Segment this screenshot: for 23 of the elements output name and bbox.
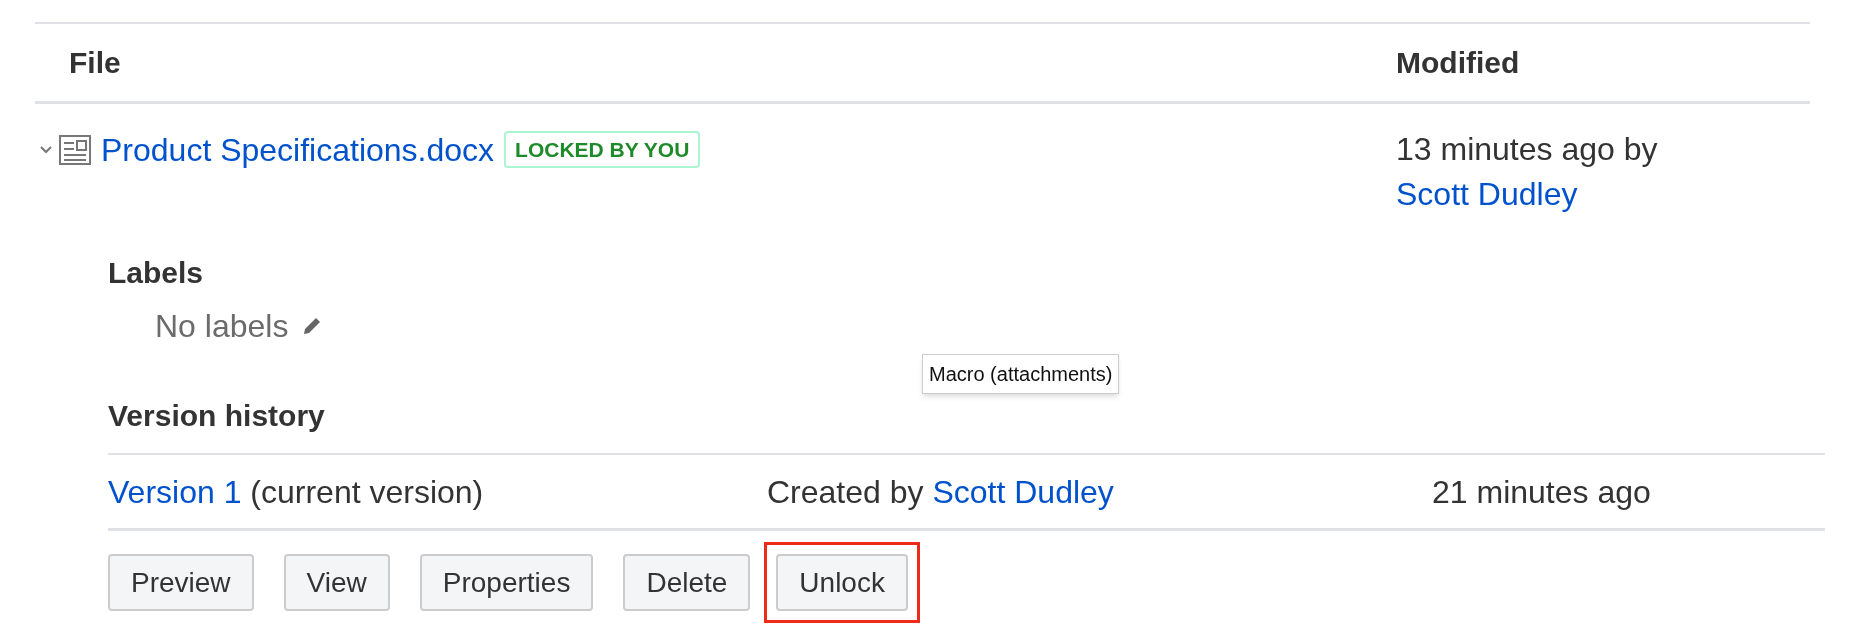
document-icon [59, 134, 91, 165]
time-cell-text: 21 minutes ago [1432, 472, 1652, 512]
pencil-icon[interactable] [302, 316, 323, 336]
chevron-icon[interactable] [39, 144, 53, 155]
tooltip: Macro (attachments) [922, 354, 1120, 394]
file-link[interactable]: Product Specifications.docx [101, 125, 495, 174]
action-button[interactable]: View [283, 554, 390, 611]
version-link[interactable]: Version 1 [108, 473, 242, 510]
user-link[interactable]: Scott Dudley [932, 473, 1114, 510]
version-cell-text: Version 1 (current version) [108, 472, 485, 512]
modified-text: 13 minutes ago by [1396, 131, 1658, 167]
column-header: File [68, 45, 122, 81]
action-button[interactable]: Unlock [776, 554, 908, 611]
status-lozenge: LOCKED BY YOU [504, 130, 701, 169]
action-button[interactable]: Preview [108, 554, 254, 611]
section-heading: Version history [108, 398, 326, 434]
action-button[interactable]: Properties [419, 554, 594, 611]
user-link[interactable]: Scott Dudley [1396, 172, 1578, 217]
column-header: Modified [1396, 45, 1521, 81]
action-button[interactable]: Delete [623, 554, 751, 611]
section-heading: Labels [108, 255, 205, 291]
created-by-cell-text: Created by Scott Dudley [767, 472, 1115, 512]
empty-labels-text: No labels [155, 308, 289, 344]
